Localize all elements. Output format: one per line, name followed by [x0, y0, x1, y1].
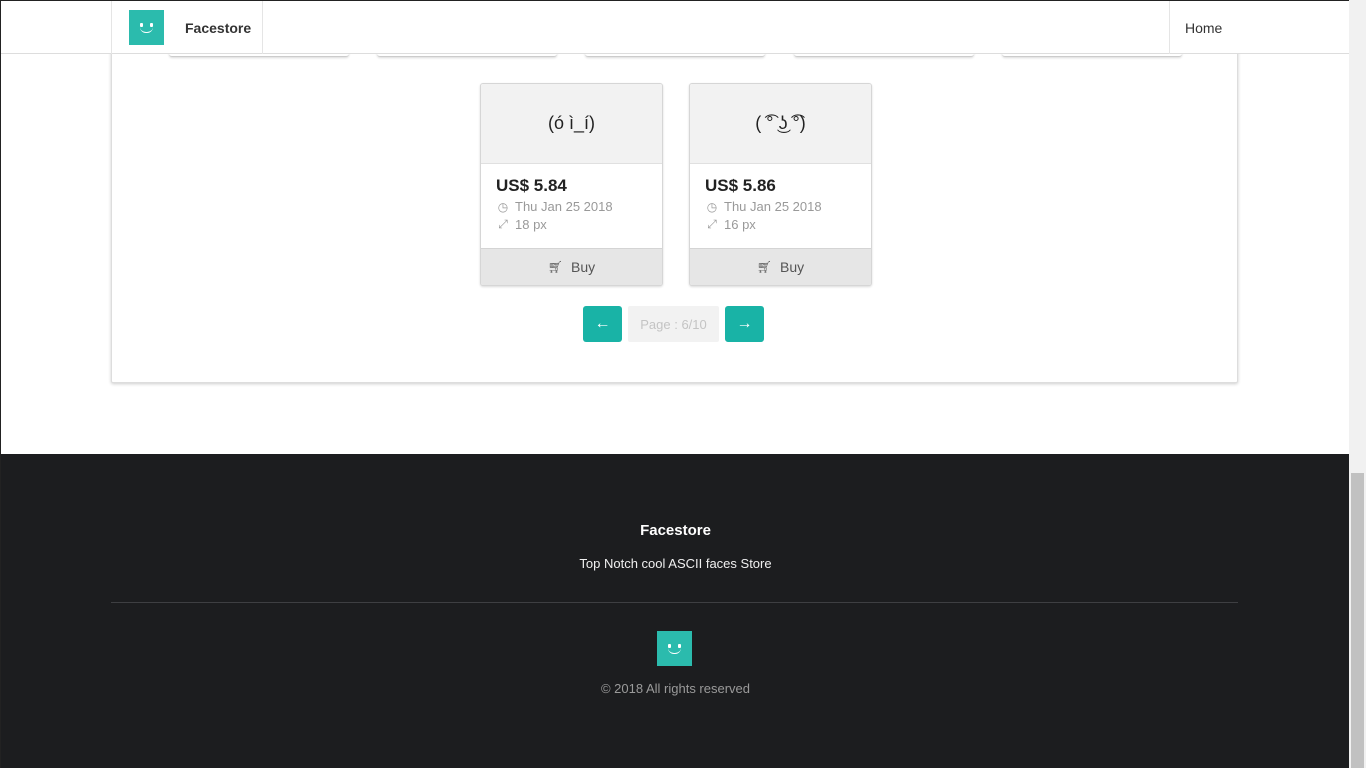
vertical-scrollbar[interactable] [1349, 0, 1366, 768]
prev-page-button[interactable]: ← [583, 306, 622, 342]
page-indicator: Page : 6/10 [628, 306, 719, 342]
brand-name: Facestore [185, 19, 252, 36]
arrow-left-icon: ← [594, 315, 611, 332]
resize-icon: ⤢ [707, 217, 717, 231]
cart-icon: 🛒︎ [756, 260, 773, 274]
clock-icon: ◷ [497, 199, 509, 214]
footer: Facestore Top Notch cool ASCII faces Sto… [1, 454, 1349, 768]
navbar-inner: Facestore Home [111, 1, 1349, 54]
product-size: 18 px [515, 217, 547, 232]
ascii-face: ( ͡° ͜ʖ ͡°) [690, 84, 871, 164]
product-price: US$ 5.86 [705, 176, 776, 195]
footer-copyright: © 2018 All rights reserved [600, 681, 751, 696]
product-date: Thu Jan 25 2018 [724, 199, 822, 214]
buy-button[interactable]: 🛒︎ Buy [690, 248, 871, 285]
product-card: ( ͡° ͜ʖ ͡°) US$ 5.86 ◷ Thu Jan 25 2018 ⤢… [689, 83, 872, 286]
clock-icon: ◷ [706, 199, 718, 214]
ascii-face: (ó ì_í) [481, 84, 662, 164]
footer-tagline: Top Notch cool ASCII faces Store [579, 556, 772, 571]
footer-divider [111, 602, 1238, 603]
product-card: (ó ì_í) US$ 5.84 ◷ Thu Jan 25 2018 ⤢ 18 … [480, 83, 663, 286]
buy-button[interactable]: 🛒︎ Buy [481, 248, 662, 285]
page: Facestore Home (ó ì_í) US$ 5.84 ◷ Thu Ja… [0, 0, 1349, 768]
product-date: Thu Jan 25 2018 [515, 199, 613, 214]
arrow-right-icon: → [736, 315, 753, 332]
buy-label: Buy [571, 259, 596, 275]
next-page-button[interactable]: → [725, 306, 764, 342]
nav-home-link[interactable]: Home [1169, 1, 1349, 54]
pagination: ← Page : 6/10 → [583, 306, 764, 342]
smiley-logo-icon [129, 10, 164, 45]
buy-label: Buy [780, 259, 805, 275]
navbar: Facestore Home [1, 0, 1349, 54]
resize-icon: ⤢ [498, 217, 508, 231]
cart-icon: 🛒︎ [547, 260, 564, 274]
brand-link[interactable]: Facestore [112, 1, 263, 54]
product-panel: (ó ì_í) US$ 5.84 ◷ Thu Jan 25 2018 ⤢ 18 … [111, 20, 1238, 383]
product-price: US$ 5.84 [496, 176, 567, 195]
smiley-logo-icon [657, 631, 692, 666]
scrollbar-thumb[interactable] [1351, 473, 1364, 768]
product-size: 16 px [724, 217, 756, 232]
footer-title: Facestore [640, 522, 711, 539]
